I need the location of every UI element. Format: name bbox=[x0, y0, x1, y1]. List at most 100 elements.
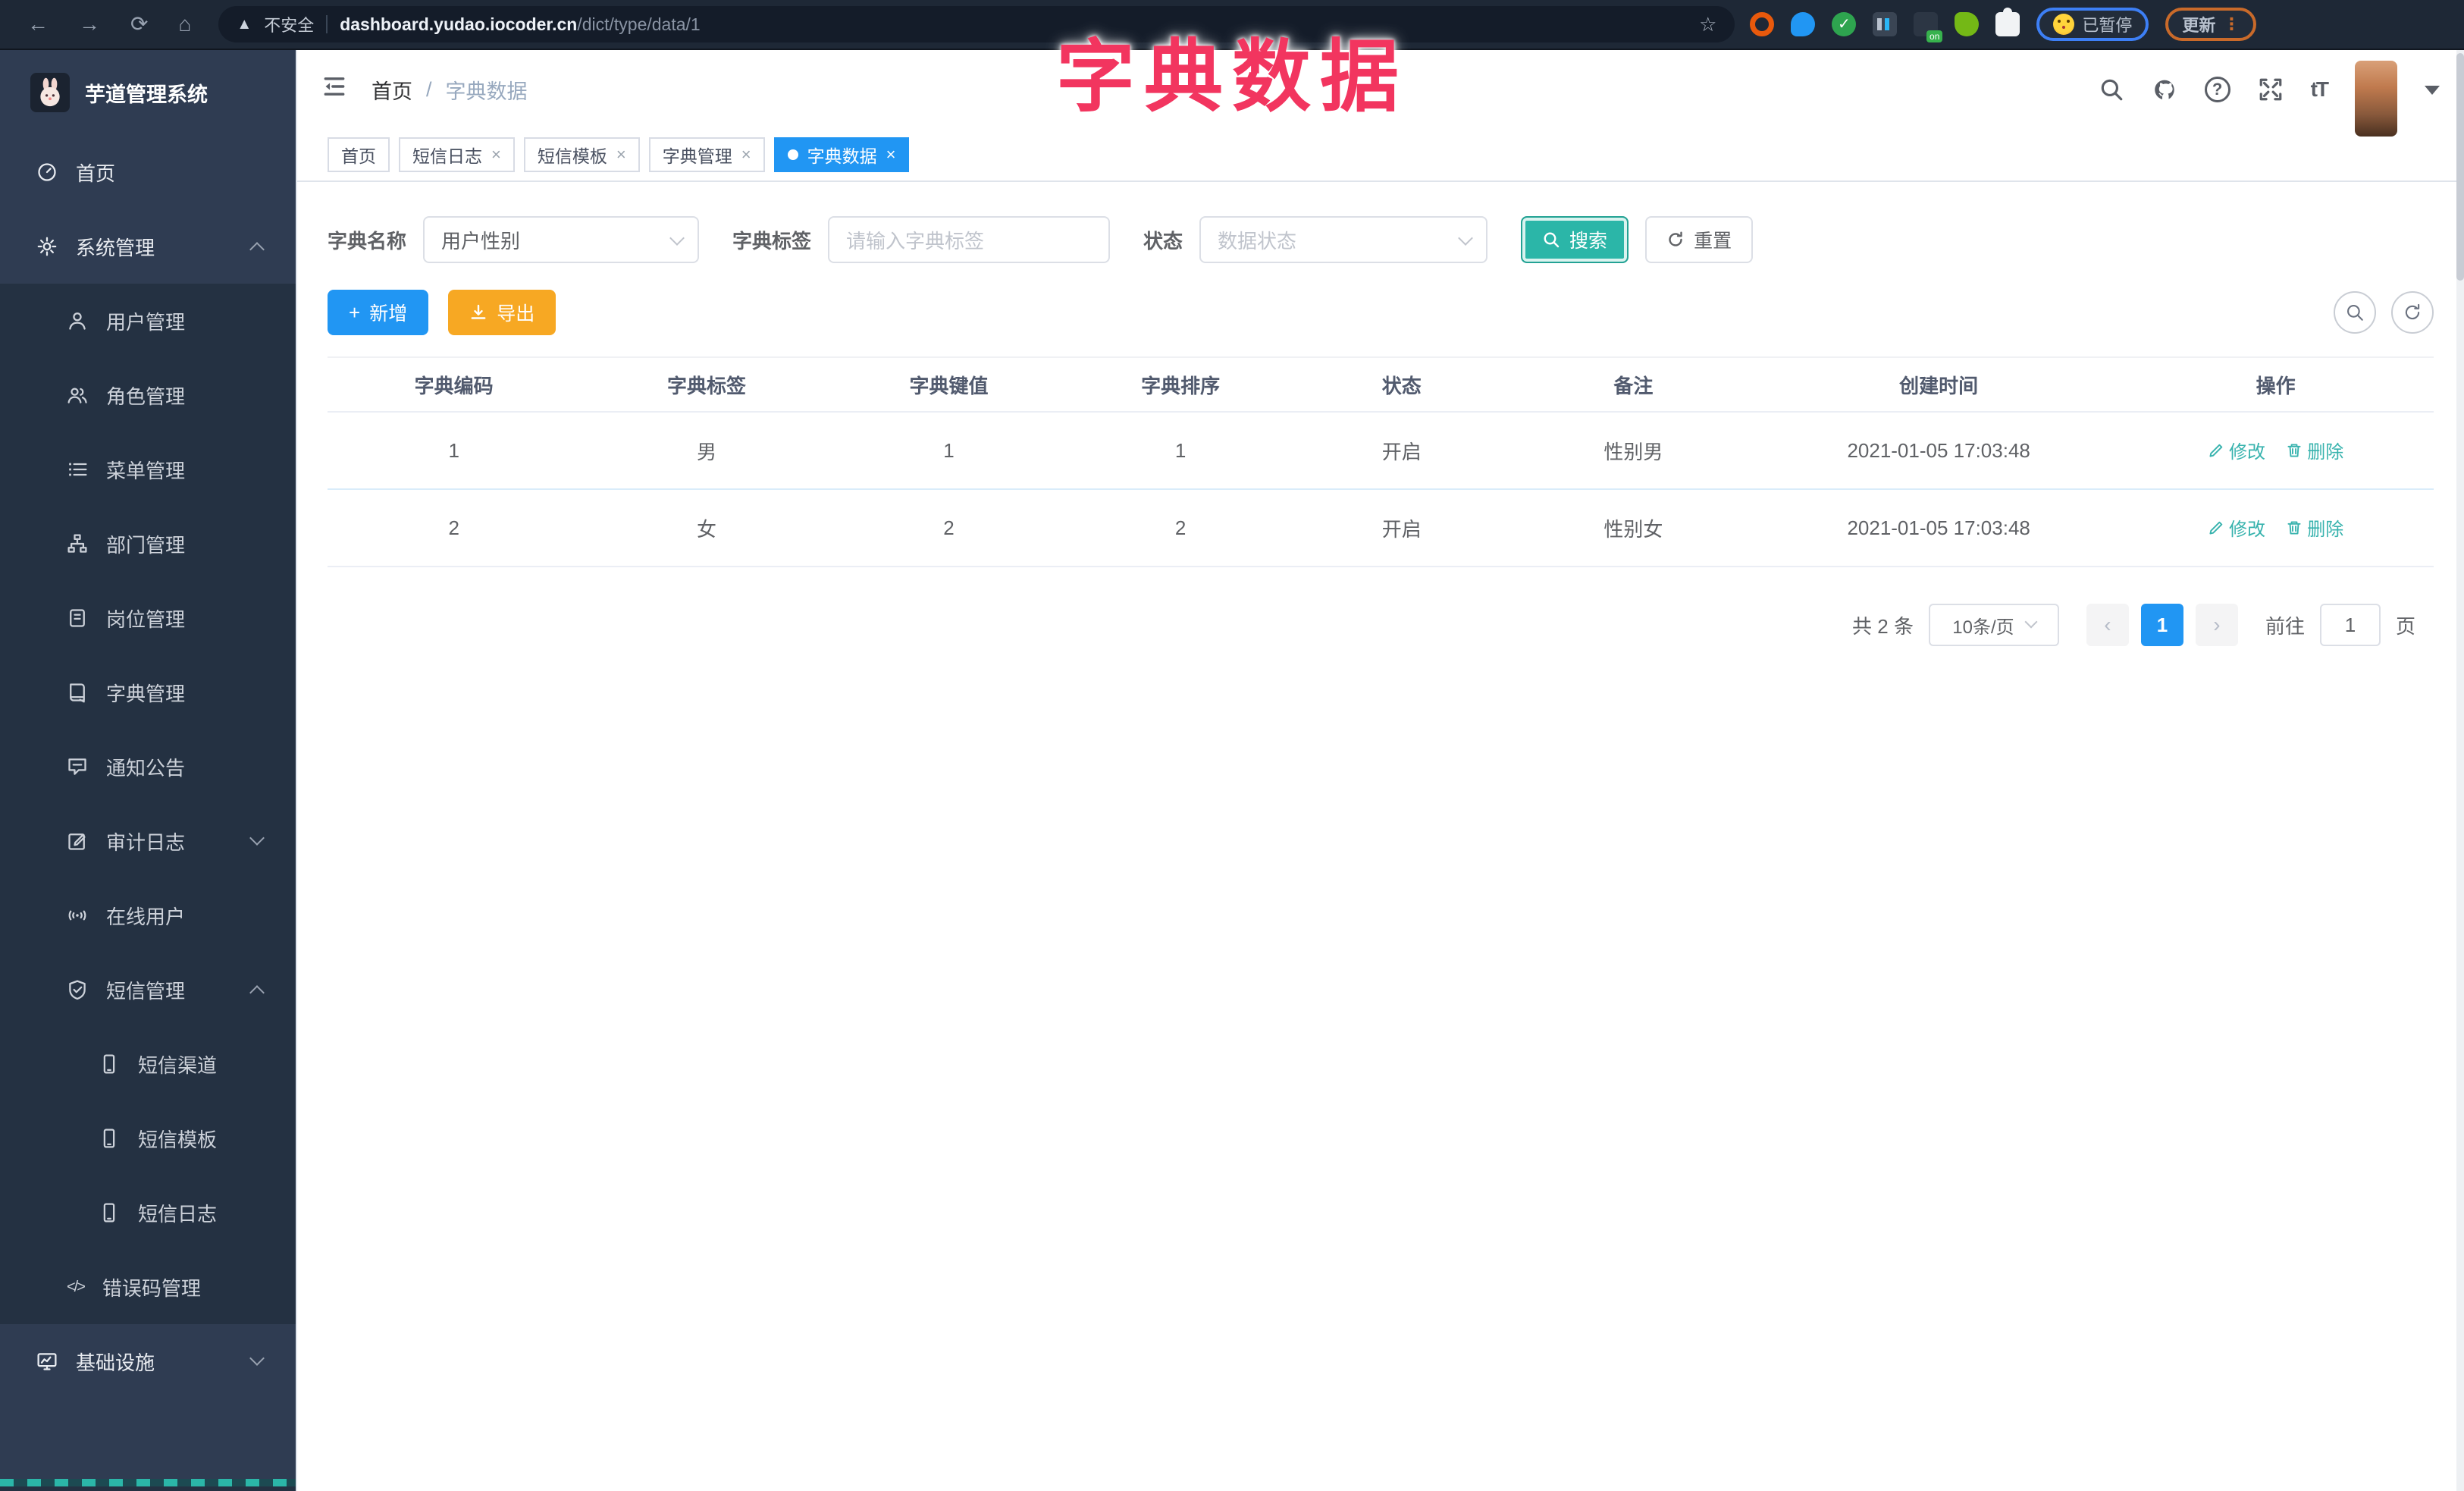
pencil-icon bbox=[2208, 519, 2224, 536]
tab-dict-management[interactable]: 字典管理 × bbox=[648, 137, 765, 172]
toggle-search-button[interactable] bbox=[2334, 291, 2376, 334]
list-icon bbox=[67, 459, 88, 480]
overlay-annotation-title: 字典数据 bbox=[1055, 33, 1408, 121]
active-dot-icon bbox=[787, 149, 798, 160]
chevron-up-icon bbox=[249, 242, 265, 257]
org-tree-icon bbox=[67, 533, 88, 554]
sidebar-item-menu-management[interactable]: 菜单管理 bbox=[0, 432, 296, 507]
goto-page-input[interactable]: 1 bbox=[2319, 604, 2381, 646]
total-count: 共 2 条 bbox=[1852, 614, 1914, 638]
screen: ← → ⟳ ⌂ ▲ 不安全 dashboard.yudao.iocoder.cn… bbox=[0, 0, 2464, 1491]
goto-unit: 页 bbox=[2395, 614, 2415, 638]
sidebar-item-sms-log[interactable]: 短信日志 bbox=[0, 1176, 296, 1250]
col-dict-label: 字典标签 bbox=[580, 356, 833, 413]
col-remark: 备注 bbox=[1506, 356, 1760, 413]
close-icon[interactable]: × bbox=[741, 145, 751, 165]
sidebar-item-dept-management[interactable]: 部门管理 bbox=[0, 507, 296, 581]
download-icon bbox=[469, 303, 487, 322]
phone-icon bbox=[99, 1202, 120, 1223]
search-button[interactable]: 搜索 bbox=[1521, 216, 1629, 263]
tags-view-bar: 首页 短信日志 × 短信模板 × 字典管理 × 字典数据 × bbox=[297, 129, 2464, 182]
refresh-table-button[interactable] bbox=[2391, 291, 2434, 334]
phone-icon bbox=[99, 1053, 120, 1075]
vertical-scrollbar[interactable] bbox=[2456, 50, 2464, 1491]
sidebar-bottom-strip bbox=[0, 1479, 296, 1486]
close-icon[interactable]: × bbox=[616, 145, 626, 165]
table-header-row: 字典编码 字典标签 字典键值 字典排序 状态 备注 创建时间 操作 bbox=[328, 356, 2434, 413]
prev-page-button[interactable]: ‹ bbox=[2086, 604, 2129, 646]
refresh-icon bbox=[1666, 231, 1685, 249]
refresh-icon bbox=[2403, 303, 2422, 322]
chevron-down-icon bbox=[249, 830, 265, 846]
dict-name-select[interactable]: 用户性别 bbox=[423, 216, 700, 263]
sidebar-item-user-management[interactable]: 用户管理 bbox=[0, 284, 296, 358]
delete-link[interactable]: 删除 bbox=[2286, 437, 2343, 463]
sidebar-item-online-users[interactable]: 在线用户 bbox=[0, 878, 296, 953]
delete-link[interactable]: 删除 bbox=[2286, 514, 2343, 541]
chevron-down-icon bbox=[669, 231, 685, 246]
code-icon: </> bbox=[67, 1278, 86, 1295]
dict-tag-input[interactable]: 请输入字典标签 bbox=[828, 216, 1111, 263]
next-page-button[interactable]: › bbox=[2195, 604, 2238, 646]
close-icon[interactable]: × bbox=[886, 145, 896, 165]
sidebar-item-notice[interactable]: 通知公告 bbox=[0, 730, 296, 804]
table-row: 1 男 1 1 开启 性别男 2021-01-05 17:03:48 修改 删除 bbox=[328, 412, 2434, 490]
dict-name-label: 字典名称 bbox=[328, 229, 407, 253]
edit-log-icon bbox=[67, 830, 88, 852]
search-icon bbox=[2345, 303, 2365, 322]
tab-home[interactable]: 首页 bbox=[328, 137, 390, 172]
edit-link[interactable]: 修改 bbox=[2208, 514, 2265, 541]
status-value: 开启 bbox=[1296, 412, 1507, 490]
search-icon bbox=[1542, 231, 1560, 249]
sidebar-item-infrastructure[interactable]: 基础设施 bbox=[0, 1324, 296, 1398]
col-dict-sort: 字典排序 bbox=[1064, 356, 1296, 413]
table-toolbar: + 新增 导出 bbox=[328, 290, 2434, 335]
shield-check-icon bbox=[67, 979, 88, 1000]
phone-icon bbox=[99, 1128, 120, 1149]
sidebar-item-sms-management[interactable]: 短信管理 bbox=[0, 953, 296, 1027]
sidebar-item-error-code[interactable]: </> 错误码管理 bbox=[0, 1250, 296, 1324]
dict-data-table: 字典编码 字典标签 字典键值 字典排序 状态 备注 创建时间 操作 1 男 1 … bbox=[328, 356, 2434, 567]
tab-sms-log[interactable]: 短信日志 × bbox=[399, 137, 515, 172]
sidebar-item-post-management[interactable]: 岗位管理 bbox=[0, 581, 296, 655]
trash-icon bbox=[2286, 519, 2303, 536]
reset-button[interactable]: 重置 bbox=[1645, 216, 1754, 263]
pagination: 共 2 条 10条/页 ‹ 1 › 前往 1 页 bbox=[328, 604, 2434, 646]
col-dict-code: 字典编码 bbox=[328, 356, 581, 413]
close-icon[interactable]: × bbox=[491, 145, 501, 165]
comment-icon bbox=[67, 756, 88, 777]
pencil-icon bbox=[2208, 442, 2224, 459]
trash-icon bbox=[2286, 442, 2303, 459]
col-actions: 操作 bbox=[2118, 356, 2434, 413]
sidebar: 芋道管理系统 首页 系统管理 用户管理 角色管理 菜单管理 部门管理 岗位管理 … bbox=[0, 50, 296, 1491]
chevron-down-icon bbox=[2024, 615, 2038, 629]
sidebar-item-system-management[interactable]: 系统管理 bbox=[0, 209, 296, 284]
dashboard-icon bbox=[36, 162, 58, 183]
add-button[interactable]: + 新增 bbox=[328, 290, 429, 335]
page-content: 字典名称 用户性别 字典标签 请输入字典标签 状态 数据状态 搜索 重置 + 新… bbox=[297, 182, 2464, 1491]
search-form: 字典名称 用户性别 字典标签 请输入字典标签 状态 数据状态 搜索 重置 bbox=[328, 215, 2434, 264]
tab-dict-data[interactable]: 字典数据 × bbox=[773, 137, 910, 172]
edit-link[interactable]: 修改 bbox=[2208, 437, 2265, 463]
page-size-select[interactable]: 10条/页 bbox=[1928, 604, 2059, 646]
sidebar-item-home[interactable]: 首页 bbox=[0, 135, 296, 209]
sidebar-item-audit-log[interactable]: 审计日志 bbox=[0, 804, 296, 878]
export-button[interactable]: 导出 bbox=[448, 290, 556, 335]
page-number-button[interactable]: 1 bbox=[2140, 604, 2183, 646]
badge-icon bbox=[67, 607, 88, 629]
status-select[interactable]: 数据状态 bbox=[1199, 216, 1488, 263]
gear-icon bbox=[36, 236, 58, 257]
status-label: 状态 bbox=[1143, 229, 1183, 253]
sidebar-item-sms-channel[interactable]: 短信渠道 bbox=[0, 1027, 296, 1101]
user-icon bbox=[67, 310, 88, 331]
tab-sms-template[interactable]: 短信模板 × bbox=[523, 137, 640, 172]
col-created: 创建时间 bbox=[1760, 356, 2118, 413]
col-dict-value: 字典键值 bbox=[832, 356, 1065, 413]
sidebar-item-dict-management[interactable]: 字典管理 bbox=[0, 655, 296, 730]
online-signal-icon bbox=[67, 905, 88, 926]
status-value: 开启 bbox=[1296, 489, 1507, 567]
book-icon bbox=[67, 682, 88, 703]
sidebar-item-sms-template[interactable]: 短信模板 bbox=[0, 1101, 296, 1176]
sidebar-item-role-management[interactable]: 角色管理 bbox=[0, 358, 296, 432]
dict-tag-label: 字典标签 bbox=[732, 229, 812, 253]
